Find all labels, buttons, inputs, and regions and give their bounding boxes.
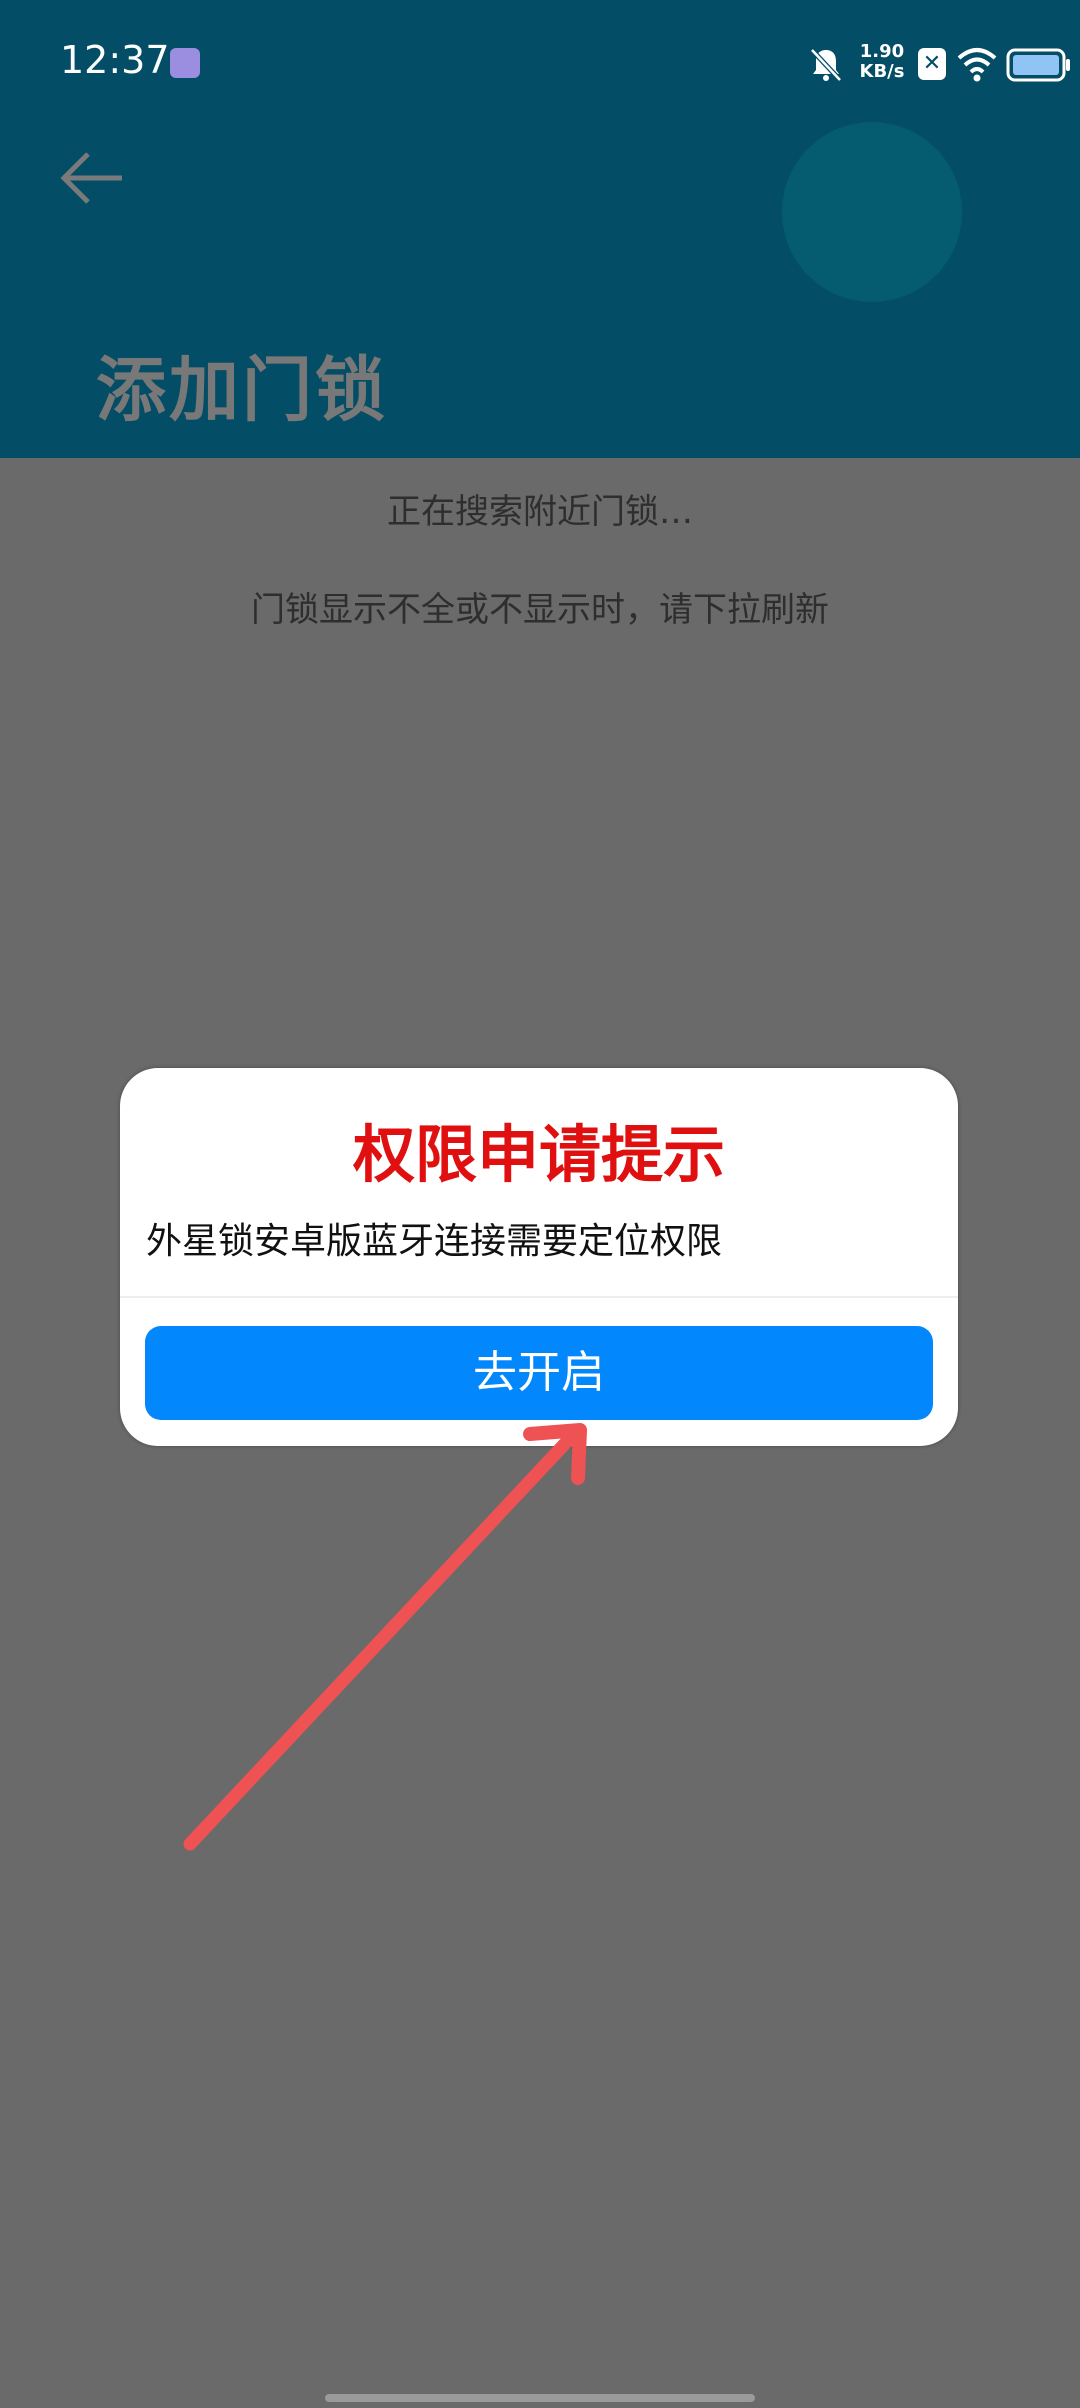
bell-muted-icon — [810, 48, 842, 82]
search-status-text: 正在搜索附近门锁… — [387, 492, 693, 532]
header-bar: 12:37 1.90 KB/s ✕ 添加门锁 — [0, 0, 1080, 458]
net-speed: 1.90 KB/s — [854, 42, 910, 82]
open-permission-button[interactable]: 去开启 — [145, 1326, 933, 1420]
battery-icon — [1006, 48, 1070, 82]
net-speed-unit: KB/s — [859, 61, 905, 82]
permission-dialog: 权限申请提示 外星锁安卓版蓝牙连接需要定位权限 去开启 — [120, 1068, 958, 1446]
decorative-circle — [782, 122, 962, 302]
dialog-message: 外星锁安卓版蓝牙连接需要定位权限 — [146, 1221, 723, 1262]
dialog-title: 权限申请提示 — [352, 1118, 725, 1191]
status-time: 12:37 — [60, 38, 170, 82]
dialog-divider — [120, 1296, 958, 1298]
net-speed-value: 1.90 — [859, 41, 905, 62]
status-bar: 12:37 1.90 KB/s ✕ — [0, 0, 1080, 128]
home-indicator[interactable] — [325, 2394, 755, 2402]
refresh-tip-text: 门锁显示不全或不显示时，请下拉刷新 — [251, 590, 829, 630]
wifi-icon — [957, 48, 997, 82]
page-title: 添加门锁 — [96, 349, 388, 431]
close-box-icon: ✕ — [918, 48, 946, 80]
app-notification-icon — [170, 48, 200, 78]
back-arrow-icon[interactable] — [60, 150, 126, 206]
